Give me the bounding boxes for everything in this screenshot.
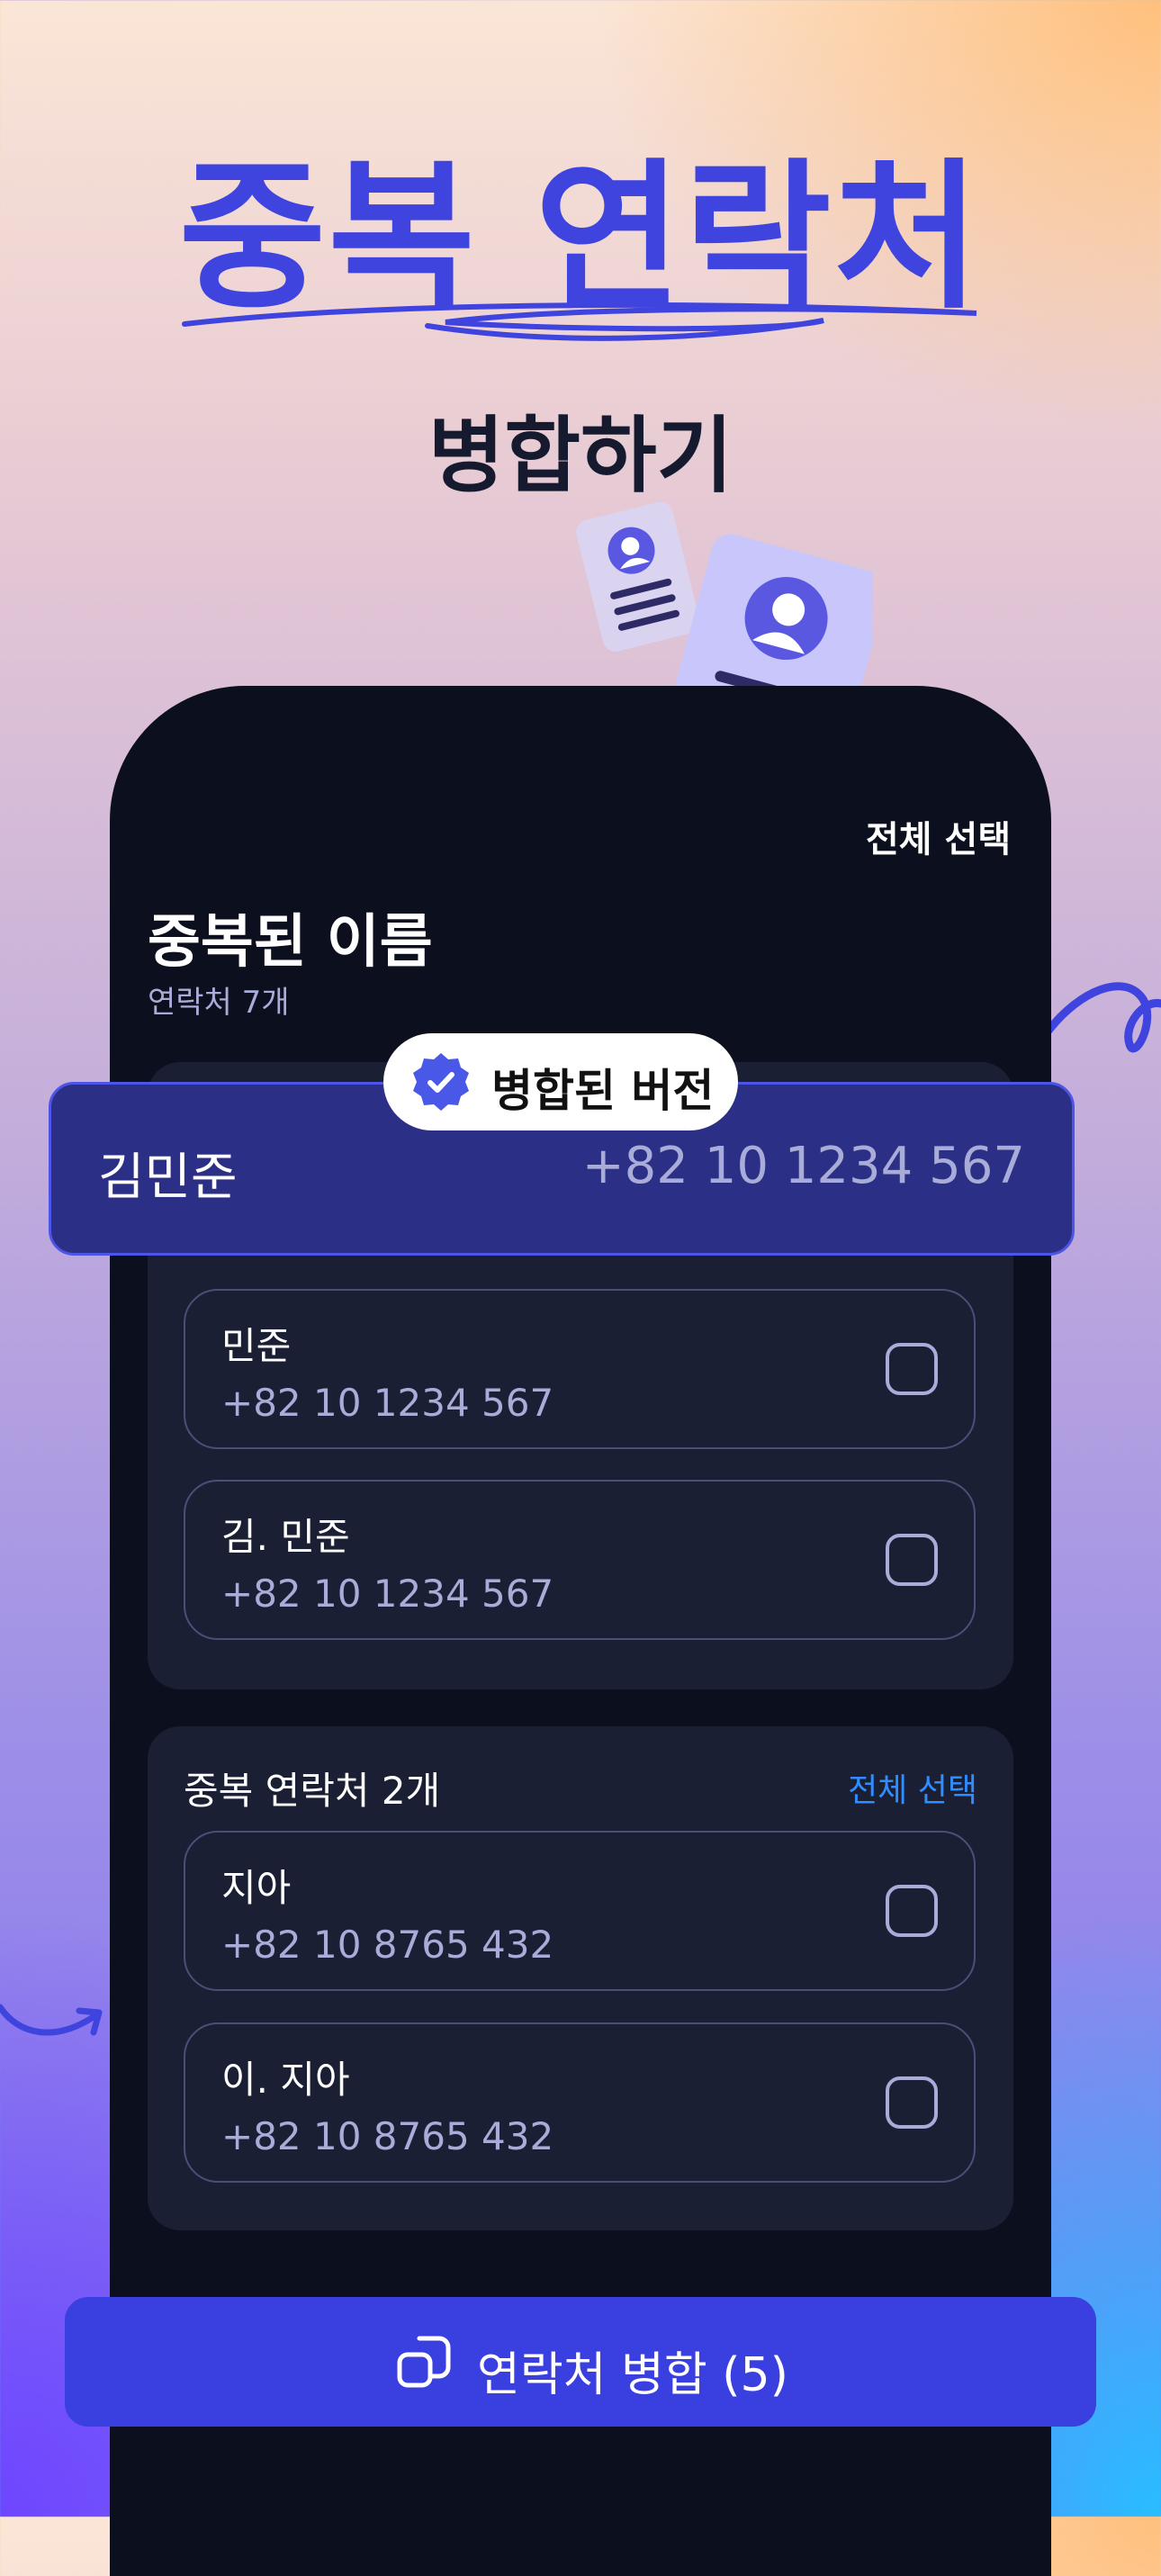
decorative-arrow [0, 2004, 103, 2036]
contact-count: 연락처 7개 [148, 985, 290, 1021]
contact-name: 지아 [221, 1866, 292, 1910]
merged-version-badge: 병합된 버전 [383, 1033, 738, 1130]
merge-button-label: 연락처 병합 (5) [477, 2348, 788, 2402]
group-select-all-link[interactable]: 전체 선택 [848, 1764, 977, 1811]
screen-title: 중복된 이름 [148, 909, 433, 976]
merged-phone: +82 10 1234 567 [581, 1137, 1025, 1195]
contact-name: 김. 민준 [221, 1515, 350, 1559]
merged-badge-label: 병합된 버전 [491, 1065, 715, 1117]
select-all-button[interactable]: 전체 선택 [866, 810, 1011, 862]
merge-contacts-button[interactable]: 연락처 병합 (5) [65, 2297, 1096, 2427]
merge-icon [397, 2336, 451, 2388]
duplicate-group: 중복 연락처 2개 전체 선택 지아 +82 10 8765 432 이. 지아… [148, 1726, 1013, 2230]
row-checkbox[interactable] [886, 1885, 938, 1937]
hero-subheadline: 병합하기 [428, 408, 734, 504]
contact-row[interactable]: 김. 민준 +82 10 1234 567 [184, 1480, 976, 1640]
underline-scribble [182, 302, 977, 341]
contact-phone: +82 10 8765 432 [221, 2114, 554, 2158]
contact-phone: +82 10 8765 432 [221, 1923, 554, 1967]
contact-phone: +82 10 1234 567 [221, 1381, 554, 1425]
row-checkbox[interactable] [886, 1343, 938, 1395]
contact-name: 이. 지아 [221, 2058, 350, 2102]
group-title: 중복 연락처 2개 [184, 1769, 441, 1813]
row-checkbox[interactable] [886, 2076, 938, 2129]
contact-phone: +82 10 1234 567 [221, 1572, 554, 1616]
decorative-swirl [1044, 982, 1161, 1053]
row-checkbox[interactable] [886, 1534, 938, 1586]
contact-name: 민준 [221, 1324, 292, 1368]
verified-badge-icon [413, 1053, 469, 1111]
contact-row[interactable]: 민준 +82 10 1234 567 [184, 1289, 976, 1449]
contact-row[interactable]: 이. 지아 +82 10 8765 432 [184, 2022, 976, 2183]
contact-row[interactable]: 지아 +82 10 8765 432 [184, 1831, 976, 1991]
merged-name: 김민준 [98, 1148, 238, 1207]
